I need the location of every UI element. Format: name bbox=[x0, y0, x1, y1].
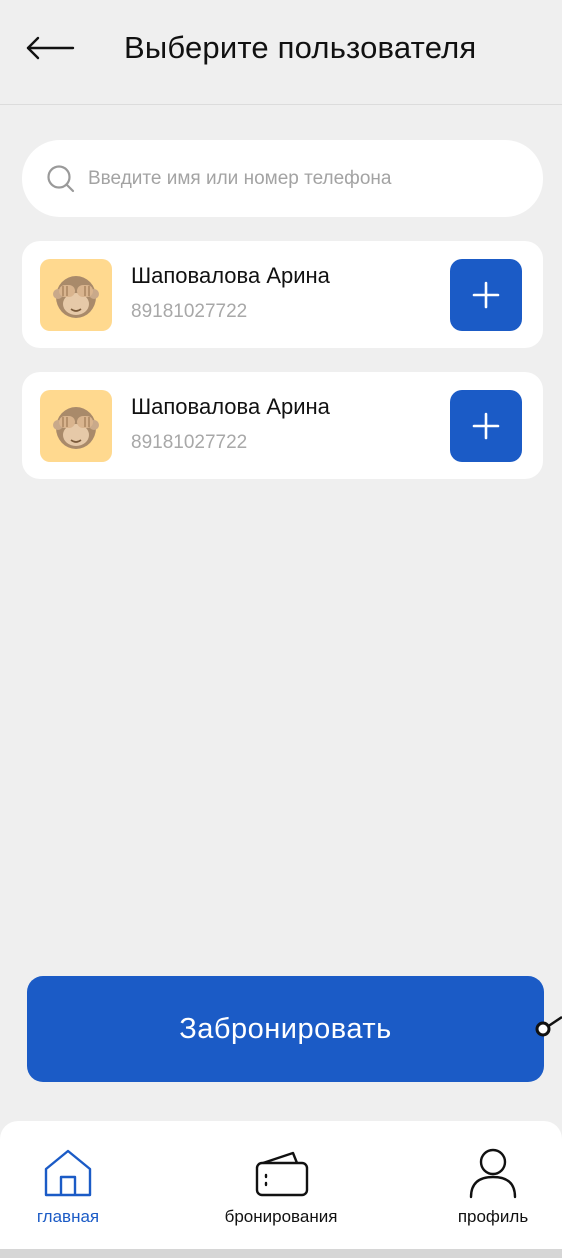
see-no-evil-monkey-emoji bbox=[53, 276, 99, 318]
back-button[interactable] bbox=[22, 28, 78, 68]
arrow-left-icon bbox=[26, 36, 75, 60]
plus-icon bbox=[472, 281, 500, 309]
screen: Выберите пользователя Ша bbox=[0, 0, 562, 1258]
nav-item-home[interactable]: главная bbox=[28, 1121, 108, 1249]
user-name: Шаповалова Арина bbox=[131, 263, 330, 288]
user-icon bbox=[469, 1148, 517, 1199]
search-input[interactable] bbox=[88, 167, 508, 190]
nav-item-bookings[interactable]: бронирования bbox=[208, 1121, 354, 1249]
avatar bbox=[40, 390, 112, 462]
see-no-evil-monkey-emoji bbox=[53, 407, 99, 449]
page-title: Выберите пользователя bbox=[124, 30, 477, 65]
bottom-navigation: главная бронирования профиль bbox=[0, 1121, 562, 1249]
user-phone: 89181027722 bbox=[131, 301, 248, 322]
user-phone: 89181027722 bbox=[131, 432, 248, 453]
nav-label: главная bbox=[36, 1207, 100, 1226]
add-user-button[interactable] bbox=[450, 259, 522, 331]
search-bar[interactable] bbox=[22, 140, 543, 217]
wallet-icon bbox=[255, 1151, 309, 1197]
nav-label: профиль bbox=[457, 1207, 529, 1226]
user-name: Шаповалова Арина bbox=[131, 394, 330, 419]
plus-icon bbox=[472, 412, 500, 440]
user-card: Шаповалова Арина 89181027722 bbox=[22, 372, 543, 479]
nav-item-profile[interactable]: профиль bbox=[448, 1121, 538, 1249]
add-user-button[interactable] bbox=[450, 390, 522, 462]
home-icon bbox=[44, 1149, 92, 1197]
user-card: Шаповалова Арина 89181027722 bbox=[22, 241, 543, 348]
avatar bbox=[40, 259, 112, 331]
system-gesture-bar bbox=[0, 1249, 562, 1258]
search-icon bbox=[47, 164, 75, 192]
connector-handle-icon bbox=[535, 1015, 562, 1037]
nav-label: бронирования bbox=[224, 1207, 338, 1226]
header: Выберите пользователя bbox=[0, 0, 562, 105]
book-button[interactable]: Забронировать bbox=[27, 976, 544, 1082]
